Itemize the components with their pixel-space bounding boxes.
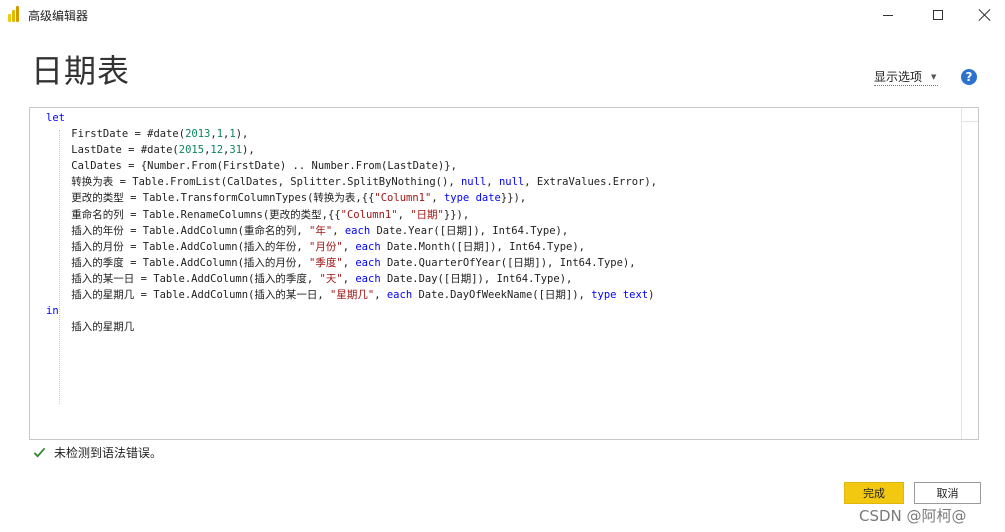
code-line: CalDates = {Number.From(FirstDate) .. Nu… [46, 158, 657, 174]
code-token: 31 [229, 144, 243, 157]
watermark: CSDN @阿柯@ [859, 507, 967, 525]
maximize-button[interactable] [915, 0, 961, 30]
code-line: 插入的月份 = Table.AddColumn(插入的年份, "月份", eac… [46, 239, 657, 255]
code-token: "年" [309, 224, 333, 237]
code-token: ), [235, 128, 249, 141]
syntax-status: 未检测到语法错误。 [33, 444, 162, 461]
code-token: 插入的某一日 = Table.AddColumn(插入的季度, [46, 272, 320, 285]
code-token: }}), [500, 192, 527, 205]
code-line: 转换为表 = Table.FromList(CalDates, Splitter… [46, 174, 657, 190]
code-token: each [386, 289, 413, 302]
code-token: "季度" [309, 256, 343, 269]
code-token: "Column1" [340, 208, 398, 221]
code-token: each [355, 240, 381, 253]
code-token: text [622, 289, 649, 302]
code-token: each [344, 224, 371, 237]
code-token: 重命名的列 = Table.RenameColumns(更改的类型,{{ [46, 208, 341, 221]
code-token: Date.Year([日期]), Int64.Type), [370, 224, 569, 237]
code-token: "Column1" [374, 192, 432, 205]
code-token: 转换为表 = Table.FromList(CalDates, Splitter… [46, 176, 461, 189]
title-bar: 高级编辑器 [0, 0, 1005, 30]
code-token: ) [648, 289, 655, 302]
code-token: 2015 [178, 144, 205, 157]
window-title: 高级编辑器 [28, 9, 89, 23]
code-token: , [431, 192, 444, 205]
code-line: 插入的某一日 = Table.AddColumn(插入的季度, "天", eac… [46, 271, 657, 287]
code-token: Date.DayOfWeekName([日期]), [412, 289, 592, 302]
code-token: }}), [443, 208, 470, 221]
cancel-button[interactable]: 取消 [914, 482, 981, 504]
code-token: "月份" [309, 240, 343, 253]
minimize-icon [883, 14, 893, 16]
code-token: null [460, 176, 487, 189]
code-token: , [332, 224, 345, 237]
code-token: date [475, 192, 501, 205]
code-line: 插入的年份 = Table.AddColumn(重命名的列, "年", each… [46, 223, 657, 239]
code-token: 更改的类型 = Table.TransformColumnTypes(转换为表,… [46, 192, 375, 205]
minimize-button[interactable] [865, 0, 911, 30]
done-button[interactable]: 完成 [844, 482, 904, 504]
code-token: 插入的年份 = Table.AddColumn(重命名的列, [46, 224, 310, 237]
code-token: , [397, 208, 411, 221]
code-editor[interactable]: let FirstDate = #date(2013,1,1), LastDat… [29, 107, 979, 440]
code-line: let [46, 110, 657, 126]
code-line: 插入的星期几 [46, 319, 657, 335]
code-line: 插入的星期几 = Table.AddColumn(插入的某一日, "星期几", … [46, 287, 657, 303]
code-token: 插入的星期几 = Table.AddColumn(插入的某一日, [46, 289, 331, 302]
code-token: null [498, 176, 525, 189]
code-token: FirstDate = #date( [46, 128, 186, 141]
code-text[interactable]: let FirstDate = #date(2013,1,1), LastDat… [46, 110, 657, 335]
code-token: 12 [210, 144, 224, 157]
code-token: in [46, 305, 59, 318]
maximize-icon [933, 10, 943, 20]
code-token: , [486, 176, 499, 189]
close-icon [979, 9, 991, 21]
code-token: CalDates = {Number.From(FirstDate) .. Nu… [46, 160, 457, 173]
code-token: LastDate = #date( [46, 144, 179, 157]
code-token: 插入的星期几 [46, 321, 135, 334]
code-token: "星期几" [330, 289, 375, 302]
chevron-down-icon: ▼ [931, 72, 937, 81]
display-options-dropdown[interactable]: 显示选项 ▼ [874, 68, 939, 86]
close-button[interactable] [962, 0, 1005, 30]
code-token: 插入的季度 = Table.AddColumn(插入的月份, [46, 256, 310, 269]
page-title: 日期表 [31, 52, 131, 90]
code-token: Date.QuarterOfYear([日期]), Int64.Type), [380, 256, 636, 269]
vertical-scrollbar[interactable] [961, 108, 978, 439]
code-token: , [342, 240, 356, 253]
help-icon[interactable]: ? [961, 69, 977, 85]
code-token: 2013 [185, 128, 211, 141]
code-token: , ExtraValues.Error), [524, 176, 657, 189]
code-token: "天" [319, 272, 343, 285]
code-token: "日期" [410, 208, 444, 221]
code-token: , [342, 256, 356, 269]
code-token: , [374, 289, 387, 302]
code-token: each [355, 272, 381, 285]
code-line: in [46, 303, 657, 319]
code-line: FirstDate = #date(2013,1,1), [46, 126, 657, 142]
code-token: Date.Day([日期]), Int64.Type), [380, 272, 573, 285]
code-line: LastDate = #date(2015,12,31), [46, 142, 657, 158]
code-line: 重命名的列 = Table.RenameColumns(更改的类型,{{"Col… [46, 207, 657, 223]
code-token: each [355, 256, 381, 269]
checkmark-icon [33, 447, 46, 458]
power-bi-logo-icon [8, 6, 22, 22]
code-token: 插入的月份 = Table.AddColumn(插入的年份, [46, 240, 310, 253]
code-token: let [46, 112, 65, 124]
code-token: ), [242, 144, 255, 157]
code-token: type [591, 289, 617, 302]
display-options-label: 显示选项 [874, 70, 923, 84]
code-line: 更改的类型 = Table.TransformColumnTypes(转换为表,… [46, 190, 657, 206]
code-token: type [443, 192, 470, 205]
code-token: , [342, 272, 356, 285]
code-line: 插入的季度 = Table.AddColumn(插入的月份, "季度", eac… [46, 255, 657, 271]
status-message: 未检测到语法错误。 [54, 446, 163, 460]
code-token: Date.Month([日期]), Int64.Type), [380, 240, 585, 253]
